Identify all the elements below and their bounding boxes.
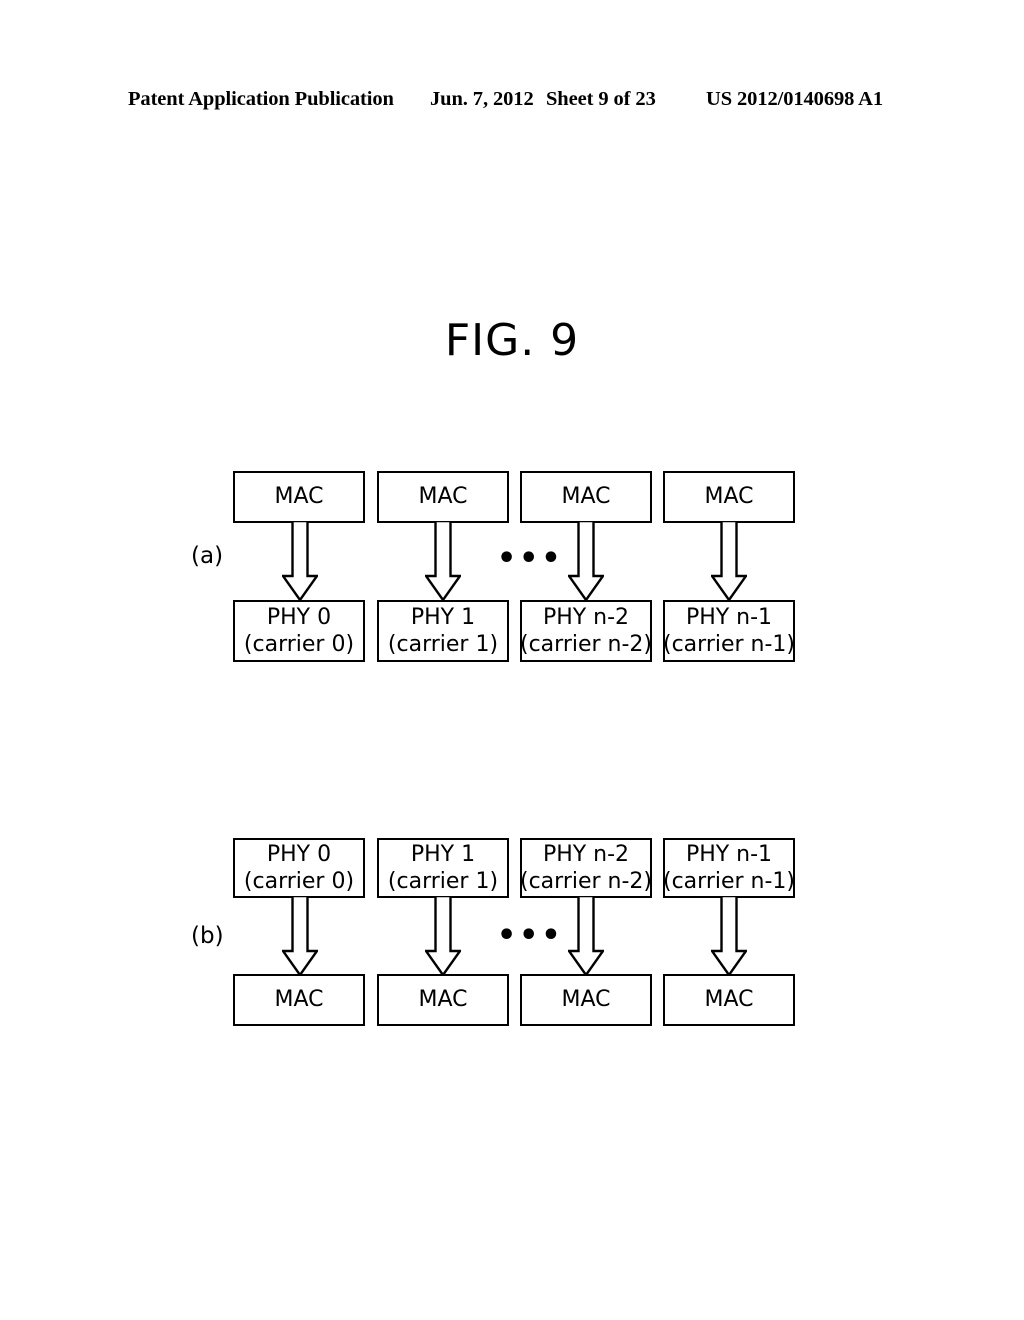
arrow-b-3 xyxy=(711,896,747,977)
node-box-b-top-3: PHY n-1 (carrier n-1) xyxy=(663,838,795,898)
page-header: Patent Application Publication Jun. 7, 2… xyxy=(0,88,1024,114)
header-sheet-text: Sheet 9 of 23 xyxy=(546,88,656,110)
figure-title: FIG. 9 xyxy=(444,315,580,366)
node-label-line1: PHY n-2 xyxy=(542,841,630,867)
header-date-text: Jun. 7, 2012 xyxy=(430,88,534,110)
section-label-a: (a) xyxy=(191,543,224,569)
node-box-b-bottom-0: MAC xyxy=(233,974,365,1026)
node-label-line1: MAC xyxy=(418,484,468,510)
node-box-a-bottom-2: PHY n-2 (carrier n-2) xyxy=(520,600,652,662)
node-label-line2: (carrier n-2) xyxy=(520,869,653,894)
node-label-line2: (carrier n-1) xyxy=(663,869,796,894)
node-box-a-top-2: MAC xyxy=(520,471,652,523)
arrow-b-2 xyxy=(568,896,604,977)
arrow-a-2 xyxy=(568,521,604,602)
arrow-b-0 xyxy=(282,896,318,977)
node-label-line1: MAC xyxy=(704,484,754,510)
node-box-b-bottom-2: MAC xyxy=(520,974,652,1026)
node-box-a-bottom-0: PHY 0 (carrier 0) xyxy=(233,600,365,662)
arrow-a-0 xyxy=(282,521,318,602)
node-label-line2: (carrier 0) xyxy=(243,869,355,894)
node-label-line1: PHY n-1 xyxy=(685,604,773,630)
node-label-line1: PHY 1 xyxy=(410,604,476,630)
node-box-a-top-3: MAC xyxy=(663,471,795,523)
node-label-line1: MAC xyxy=(418,987,468,1013)
node-label-line1: MAC xyxy=(561,987,611,1013)
arrow-a-1 xyxy=(425,521,461,602)
node-label-line1: PHY n-2 xyxy=(542,604,630,630)
header-publication-text: Patent Application Publication xyxy=(128,88,394,110)
header-patent-number: US 2012/0140698 A1 xyxy=(706,88,884,110)
node-label-line1: PHY n-1 xyxy=(685,841,773,867)
node-label-line2: (carrier 1) xyxy=(387,869,499,894)
section-label-b: (b) xyxy=(191,923,224,949)
node-label-line1: PHY 0 xyxy=(266,841,332,867)
node-box-b-top-2: PHY n-2 (carrier n-2) xyxy=(520,838,652,898)
node-box-b-top-0: PHY 0 (carrier 0) xyxy=(233,838,365,898)
node-label-line1: PHY 1 xyxy=(410,841,476,867)
node-box-a-bottom-3: PHY n-1 (carrier n-1) xyxy=(663,600,795,662)
ellipsis-b: ••• xyxy=(497,918,564,953)
node-label-line1: MAC xyxy=(704,987,754,1013)
node-label-line1: PHY 0 xyxy=(266,604,332,630)
node-box-a-bottom-1: PHY 1 (carrier 1) xyxy=(377,600,509,662)
node-label-line2: (carrier n-2) xyxy=(520,632,653,657)
node-box-b-bottom-3: MAC xyxy=(663,974,795,1026)
ellipsis-a: ••• xyxy=(497,541,564,576)
node-label-line2: (carrier 1) xyxy=(387,632,499,657)
node-label-line2: (carrier n-1) xyxy=(663,632,796,657)
node-box-a-top-0: MAC xyxy=(233,471,365,523)
arrow-b-1 xyxy=(425,896,461,977)
node-label-line1: MAC xyxy=(561,484,611,510)
node-box-a-top-1: MAC xyxy=(377,471,509,523)
node-label-line1: MAC xyxy=(274,484,324,510)
node-box-b-top-1: PHY 1 (carrier 1) xyxy=(377,838,509,898)
arrow-a-3 xyxy=(711,521,747,602)
node-box-b-bottom-1: MAC xyxy=(377,974,509,1026)
node-label-line2: (carrier 0) xyxy=(243,632,355,657)
node-label-line1: MAC xyxy=(274,987,324,1013)
